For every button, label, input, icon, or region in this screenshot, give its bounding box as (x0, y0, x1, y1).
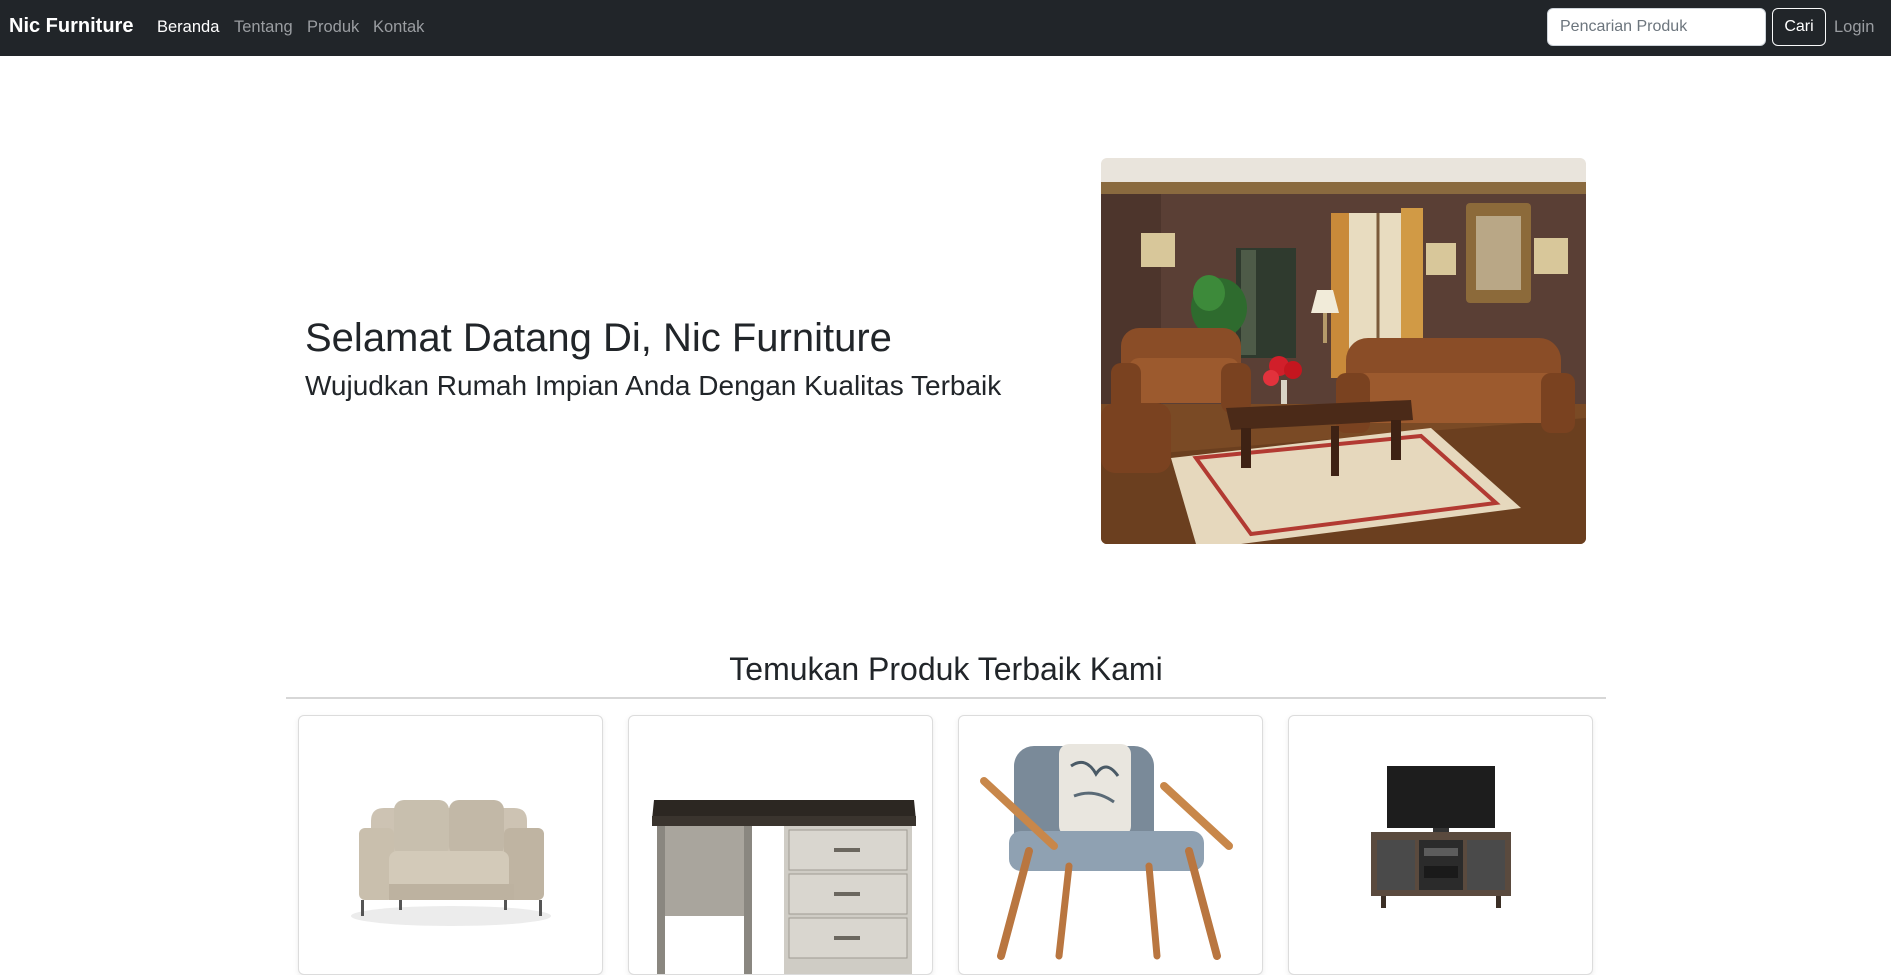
living-room-photo (1101, 158, 1586, 544)
desk-photo (652, 800, 916, 974)
product-card-tv-stand[interactable] (1288, 715, 1593, 975)
section-divider (286, 697, 1606, 699)
nav-link-produk[interactable]: Produk (307, 18, 359, 37)
product-card-armchair[interactable] (958, 715, 1263, 975)
armchair-photo (980, 744, 1233, 960)
tv-stand-photo (1371, 766, 1511, 908)
product-card-sofa[interactable] (298, 715, 603, 975)
nav-link-tentang[interactable]: Tentang (234, 18, 293, 37)
product-card-desk[interactable] (628, 715, 933, 975)
sofa-photo (351, 800, 551, 926)
login-link[interactable]: Login (1834, 18, 1874, 37)
search-button[interactable]: Cari (1772, 8, 1826, 46)
section-title: Temukan Produk Terbaik Kami (729, 651, 1163, 687)
hero-title: Selamat Datang Di, Nic Furniture (305, 316, 892, 360)
brand-logo[interactable]: Nic Furniture (9, 15, 133, 38)
nav-link-beranda[interactable]: Beranda (157, 18, 219, 37)
nav-link-kontak[interactable]: Kontak (373, 18, 424, 37)
search-input[interactable] (1547, 8, 1766, 46)
hero-subtitle: Wujudkan Rumah Impian Anda Dengan Kualit… (305, 370, 1002, 401)
navbar: Nic Furniture Beranda Tentang Produk Kon… (0, 0, 1891, 56)
